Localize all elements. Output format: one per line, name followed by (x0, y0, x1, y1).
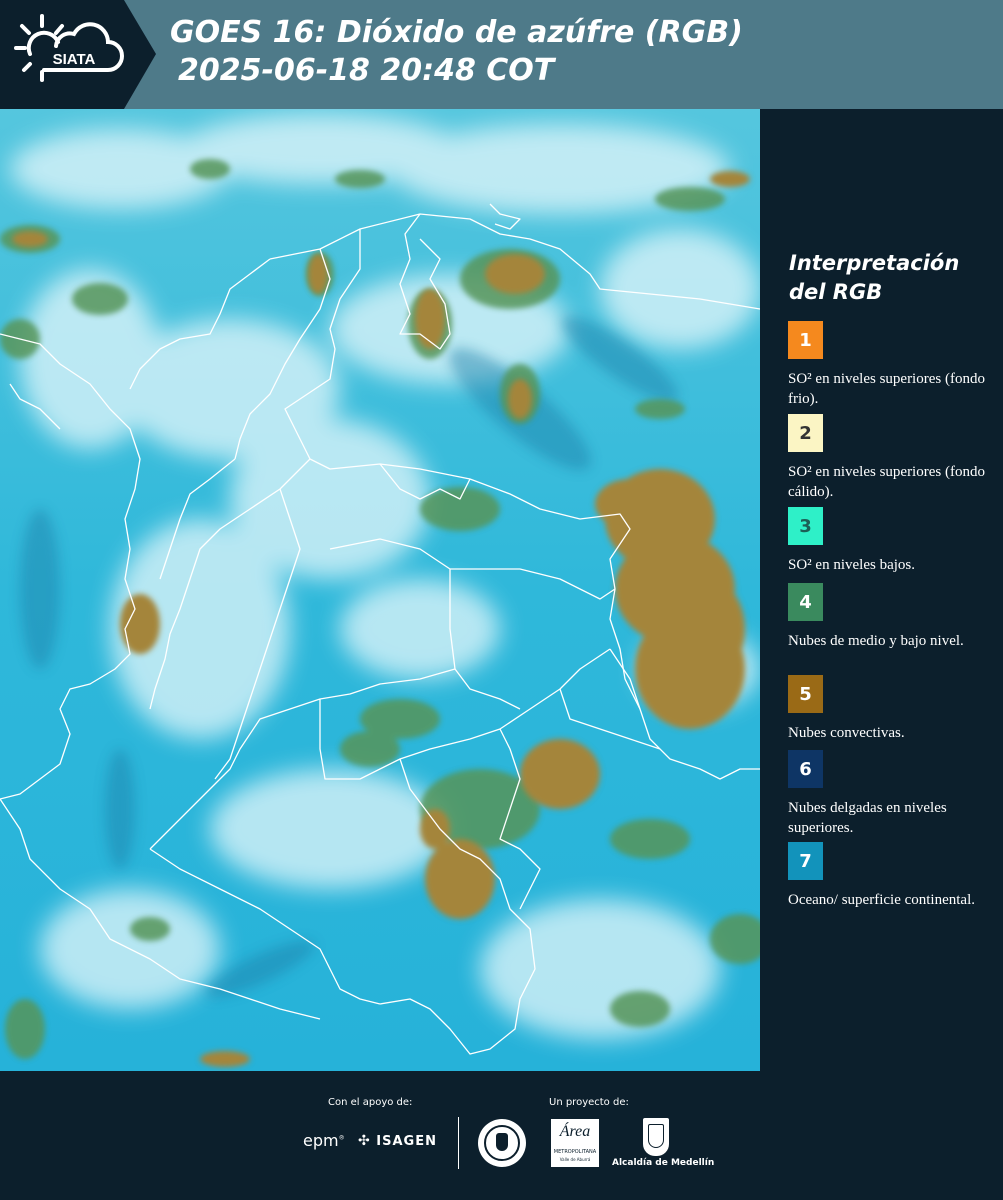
svg-text:SIATA: SIATA (53, 51, 96, 68)
medellin-seal-icon (478, 1119, 526, 1167)
satellite-map-svg (0, 109, 760, 1071)
isagen-logo: ✣ ISAGEN (358, 1133, 437, 1149)
legend-swatch-7: 7 (788, 842, 823, 880)
legend-swatch-4: 4 (788, 583, 823, 621)
footer-divider (458, 1117, 459, 1169)
alcaldia-label: Alcaldía de Medellín (612, 1158, 715, 1168)
satellite-image (0, 109, 760, 1071)
legend-swatch-3: 3 (788, 507, 823, 545)
area-name: Área (559, 1123, 591, 1140)
support-label: Con el apoyo de: (328, 1097, 413, 1108)
legend-swatch-1: 1 (788, 321, 823, 359)
alcaldia-shield-icon (643, 1118, 669, 1156)
page-title: GOES 16: Dióxido de azúfre (RGB) 2025-06… (170, 14, 743, 90)
legend-item-3: 3 SO² en niveles bajos. (788, 507, 998, 575)
isagen-logo-text: ISAGEN (376, 1134, 437, 1149)
header: SIATA GOES 16: Dióxido de azúfre (RGB) 2… (0, 0, 1003, 109)
legend-item-7: 7 Oceano/ superficie continental. (788, 842, 998, 910)
siata-logo: SIATA (0, 0, 156, 109)
legend-swatch-2: 2 (788, 414, 823, 452)
title-line-1: GOES 16: Dióxido de azúfre (RGB) (170, 15, 743, 50)
legend-label-3: SO² en niveles bajos. (788, 557, 915, 573)
legend-swatch-5: 5 (788, 675, 823, 713)
legend-item-4: 4 Nubes de medio y bajo nivel. (788, 583, 998, 651)
legend-item-1: 1 SO² en niveles superiores (fondo frio)… (788, 321, 998, 409)
area-metropolitana-logo: Área METROPOLITANA Valle de Aburrá (551, 1119, 599, 1167)
legend-item-6: 6 Nubes delgadas en niveles superiores. (788, 750, 998, 838)
project-label: Un proyecto de: (549, 1097, 629, 1108)
title-line-2-timestamp: 2025-06-18 20:48 COT (178, 53, 555, 88)
area-sub: METROPOLITANA (553, 1149, 597, 1155)
legend-label-7: Oceano/ superficie continental. (788, 892, 976, 908)
epm-logo-text: epm (303, 1131, 339, 1150)
epm-logo: epm® (303, 1131, 345, 1150)
legend-label-2: SO² en niveles superiores (fondo cálido)… (788, 464, 985, 500)
legend-panel: Interpretación del RGB 1 SO² en niveles … (760, 109, 1003, 1071)
legend-swatch-6: 6 (788, 750, 823, 788)
isagen-icon: ✣ (358, 1133, 371, 1149)
area-sub2: Valle de Aburrá (559, 1157, 591, 1162)
legend-title: Interpretación del RGB (789, 251, 960, 304)
legend-item-2: 2 SO² en niveles superiores (fondo cálid… (788, 414, 998, 508)
footer: Con el apoyo de: Un proyecto de: epm® ✣ … (0, 1071, 1003, 1200)
legend-label-1: SO² en niveles superiores (fondo frio). (788, 371, 985, 407)
legend-label-4: Nubes de medio y bajo nivel. (788, 633, 964, 649)
legend-label-5: Nubes convectivas. (788, 725, 905, 741)
siata-sun-cloud-icon: SIATA (14, 14, 124, 82)
legend-label-6: Nubes delgadas en niveles superiores. (788, 800, 947, 836)
legend-item-5: 5 Nubes convectivas. (788, 675, 998, 743)
